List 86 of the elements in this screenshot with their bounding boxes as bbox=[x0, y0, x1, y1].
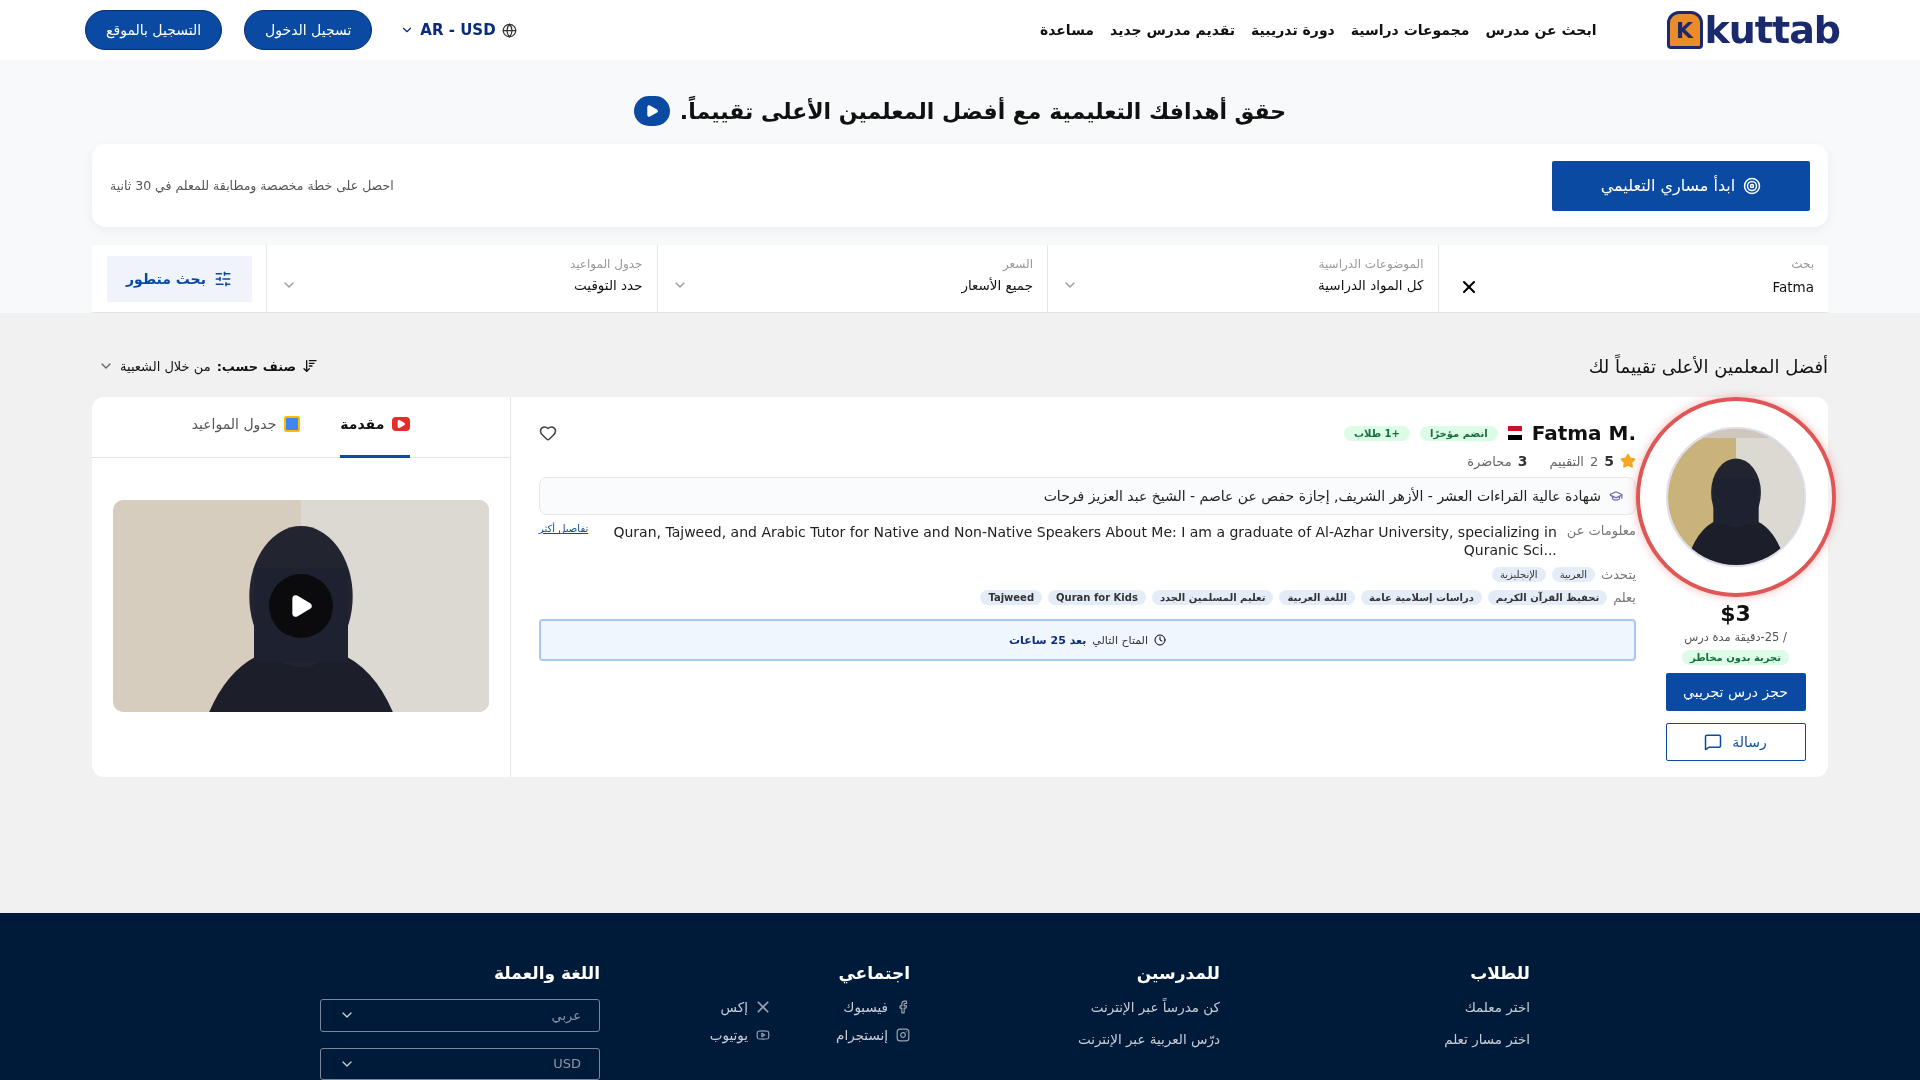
filter-label: جدول المواعيد bbox=[568, 257, 643, 271]
results-title: أفضل المعلمين الأعلى تقييماً لك bbox=[1588, 355, 1828, 377]
subject-tag: دراسات إسلامية عامة bbox=[1360, 590, 1482, 606]
logo[interactable]: K kuttab bbox=[1666, 8, 1840, 52]
locale-selector[interactable]: AR - USD bbox=[394, 20, 523, 40]
plan-description: احصل على خطة مخصصة ومطابقة للمعلم في 30 ثانية bbox=[110, 178, 394, 193]
sliders-icon bbox=[213, 269, 232, 288]
video-icon bbox=[392, 417, 411, 431]
status-badge: انضم مؤخرًا bbox=[1419, 425, 1498, 441]
footer-select[interactable]: USD bbox=[320, 1047, 600, 1080]
sort-dropdown[interactable]: صنف حسب: من خلال الشعبية bbox=[92, 357, 325, 375]
footer-heading: اللغة والعملة bbox=[493, 963, 600, 983]
more-details-link[interactable]: تفاصيل أكثر bbox=[539, 523, 589, 534]
calendar-icon bbox=[284, 416, 301, 432]
favorite-button[interactable] bbox=[539, 424, 557, 442]
graduation-cap-icon bbox=[1609, 489, 1623, 503]
header-button[interactable]: التسجيل بالموقع bbox=[85, 10, 223, 50]
nav-link[interactable]: مساعدة bbox=[1039, 22, 1095, 38]
chat-icon bbox=[1704, 733, 1723, 751]
filter-label: الموضوعات الدراسية bbox=[1317, 257, 1424, 271]
subject-tag: تحفيظ القرآن الكريم bbox=[1487, 590, 1608, 606]
header-button[interactable]: تسجيل الدخول bbox=[244, 10, 373, 50]
review-label: التقييم bbox=[1549, 453, 1584, 469]
filter-select[interactable]: حدد التوقيت bbox=[281, 277, 643, 293]
language-tag: العربية bbox=[1551, 567, 1595, 583]
social-link[interactable]: إنستجرام bbox=[770, 1027, 910, 1043]
advanced-search-button[interactable]: بحث متطور bbox=[106, 255, 252, 302]
filter-select[interactable]: جميع الأسعار bbox=[671, 277, 1033, 293]
media-tab[interactable]: مقدمة bbox=[340, 397, 411, 458]
lecture-count: 3 bbox=[1517, 453, 1528, 469]
next-available-time: بعد 25 ساعات bbox=[1009, 633, 1087, 647]
search-field[interactable]: Fatma bbox=[1452, 277, 1814, 297]
nav-link[interactable]: تقديم مدرس جديد bbox=[1110, 22, 1236, 38]
nav-link[interactable]: دورة تدريبية bbox=[1251, 22, 1335, 38]
next-available-label: المتاح التالي bbox=[1092, 633, 1148, 647]
footer-heading: للمدرسين bbox=[1135, 963, 1220, 983]
teacher-name[interactable]: Fatma M. bbox=[1531, 421, 1636, 445]
footer-link[interactable]: درّس العربية عبر الإنترنت bbox=[910, 1031, 1220, 1047]
subject-tag: Quran for Kids bbox=[1048, 590, 1146, 606]
speaks-label: يتحدث bbox=[1601, 567, 1636, 583]
footer-heading: اجتماعي bbox=[837, 963, 910, 983]
lesson-duration: / 25-دقيقة مدة درس bbox=[1684, 630, 1787, 644]
subject-tag: Tajweed bbox=[980, 590, 1043, 606]
nav-link[interactable]: ابحث عن مدرس bbox=[1485, 22, 1597, 38]
status-badge: +1 طلاب bbox=[1344, 425, 1410, 441]
facebook-icon bbox=[896, 1000, 910, 1014]
footer-heading: للطلاب bbox=[1469, 963, 1530, 983]
book-trial-button[interactable]: حجز درس تجريبي bbox=[1665, 673, 1806, 711]
footer-link[interactable]: كن مدرساً عبر الإنترنت bbox=[910, 999, 1220, 1015]
social-link[interactable]: يوتيوب bbox=[630, 1027, 770, 1043]
filter-label: بحث bbox=[1790, 257, 1814, 271]
sort-icon bbox=[302, 358, 319, 374]
trial-badge: تجربة بدون مخاطر bbox=[1682, 650, 1790, 665]
filter-select[interactable]: كل المواد الدراسية bbox=[1062, 277, 1424, 293]
clock-icon bbox=[1154, 634, 1166, 647]
flag-icon bbox=[1507, 426, 1522, 440]
social-link[interactable]: فيسبوك bbox=[770, 999, 910, 1015]
lecture-label: محاضرة bbox=[1467, 453, 1512, 469]
social-link[interactable]: إكس bbox=[630, 999, 770, 1015]
about-text: Quran, Tajweed, and Arabic Tutor for Native and Non-Native Speakers About Me: I am a graduate of Al-Azhar University, specializing in Quranic Sci... bbox=[612, 523, 1557, 560]
subject-tag: تعليم المسلمين الجدد bbox=[1151, 590, 1274, 606]
teaches-label: يعلم bbox=[1613, 590, 1636, 606]
media-tab[interactable]: جدول المواعيد bbox=[191, 397, 301, 458]
message-button[interactable]: رسالة bbox=[1665, 723, 1806, 761]
target-icon bbox=[1743, 176, 1762, 195]
nav-link[interactable]: مجموعات دراسية bbox=[1350, 22, 1470, 38]
rating: 5 bbox=[1604, 453, 1614, 469]
help-video-icon[interactable] bbox=[633, 96, 670, 126]
certificate-text: شهادة عالية القراءات العشر - الأزهر الشريف, إجازة حفص عن عاصم - الشيخ عبد العزيز فرحات bbox=[1043, 488, 1601, 504]
youtube-icon bbox=[756, 1028, 770, 1042]
footer-link[interactable]: اختر مسار تعلم bbox=[1220, 1031, 1530, 1047]
review-count: 2 bbox=[1589, 453, 1599, 469]
globe-icon bbox=[501, 22, 517, 38]
start-path-button[interactable]: ابدأ مساري التعليمي bbox=[1552, 160, 1810, 211]
hero-title: حقق أهدافك التعليمية مع أفضل المعلمين الأعلى تقييماً. bbox=[679, 98, 1287, 124]
play-icon bbox=[644, 104, 659, 118]
x-logo-icon bbox=[756, 1000, 770, 1014]
price: $3 bbox=[1720, 601, 1751, 626]
language-tag: الإنجليزية bbox=[1491, 567, 1546, 583]
filter-label: السعر bbox=[1001, 257, 1033, 271]
instagram-icon bbox=[896, 1028, 910, 1042]
star-icon bbox=[1620, 453, 1636, 469]
footer-link[interactable]: اختر معلمك bbox=[1220, 999, 1530, 1015]
about-label: معلومات عن bbox=[1566, 523, 1636, 538]
footer-select[interactable]: عربي bbox=[320, 999, 600, 1032]
subject-tag: اللغة العربية bbox=[1279, 590, 1355, 606]
